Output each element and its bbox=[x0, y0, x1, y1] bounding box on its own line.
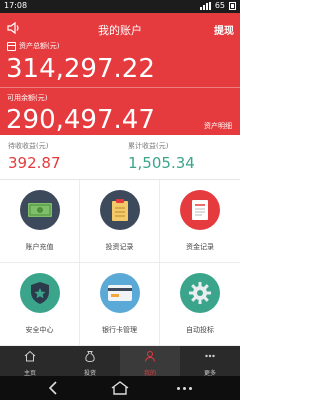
header-divider bbox=[0, 87, 240, 88]
gear-icon bbox=[180, 273, 220, 313]
grid-item-label: 投资记录 bbox=[105, 243, 134, 251]
function-grid: 账户充值 投资记录 资金记录 安全中心 银行卡管理 自动投标 bbox=[0, 180, 240, 346]
bottom-tab-bar: 主页 投资 我的 更多 bbox=[0, 346, 240, 377]
accumulated-earnings: 累计收益(元) 1,505.34 bbox=[128, 141, 195, 172]
grid-item-investment-records[interactable]: 投资记录 bbox=[80, 180, 160, 263]
home-button-icon[interactable] bbox=[110, 380, 130, 396]
tab-home[interactable]: 主页 bbox=[0, 346, 60, 377]
tab-my-account[interactable]: 我的 bbox=[120, 346, 180, 377]
menu-dots-icon[interactable] bbox=[176, 380, 192, 396]
signal-icon bbox=[199, 1, 211, 10]
back-icon[interactable] bbox=[48, 380, 58, 396]
home-icon bbox=[24, 350, 36, 362]
total-assets-label: 资产总额(元) bbox=[7, 41, 59, 51]
earnings-row: 待收收益(元) 392.87 累计收益(元) 1,505.34 bbox=[0, 135, 240, 180]
status-bar: 17:08 65 bbox=[0, 0, 240, 13]
battery-level: 65 bbox=[214, 1, 225, 10]
grid-item-label: 安全中心 bbox=[25, 326, 54, 334]
grid-item-auto-bid[interactable]: 自动投标 bbox=[160, 263, 240, 346]
account-summary-header: 我的账户 提现 资产总额(元) 314,297.22 可用余额(元) 290,4… bbox=[0, 13, 240, 135]
more-icon bbox=[205, 354, 215, 358]
page-title: 我的账户 bbox=[98, 24, 142, 37]
shield-star-icon bbox=[20, 273, 60, 313]
person-icon bbox=[145, 351, 155, 362]
asset-detail-link[interactable]: 资产明细 bbox=[204, 121, 232, 131]
grid-item-label: 账户充值 bbox=[25, 243, 54, 251]
available-balance-label: 可用余额(元) bbox=[7, 94, 48, 102]
record-sheet-icon bbox=[180, 190, 220, 230]
calendar-icon bbox=[7, 41, 16, 51]
battery-icon bbox=[229, 1, 236, 10]
grid-item-fund-records[interactable]: 资金记录 bbox=[160, 180, 240, 263]
bank-card-icon bbox=[100, 273, 140, 313]
pending-earnings: 待收收益(元) 392.87 bbox=[8, 141, 61, 172]
system-nav-bar bbox=[0, 376, 240, 400]
pending-earnings-value: 392.87 bbox=[8, 154, 61, 172]
pending-earnings-label: 待收收益(元) bbox=[8, 142, 49, 150]
tab-invest[interactable]: 投资 bbox=[60, 346, 120, 377]
cash-icon bbox=[20, 190, 60, 230]
accumulated-earnings-value: 1,505.34 bbox=[128, 154, 195, 172]
grid-item-label: 自动投标 bbox=[186, 326, 214, 334]
grid-item-recharge[interactable]: 账户充值 bbox=[0, 180, 80, 263]
document-list-icon bbox=[100, 190, 140, 230]
status-time: 17:08 bbox=[4, 1, 28, 10]
total-assets-label-text: 资产总额(元) bbox=[19, 42, 60, 50]
withdraw-button[interactable]: 提现 bbox=[214, 22, 234, 37]
money-bag-icon bbox=[85, 351, 95, 363]
grid-item-label: 银行卡管理 bbox=[102, 326, 137, 334]
available-balance-value: 290,497.47 bbox=[6, 105, 155, 135]
grid-item-security-center[interactable]: 安全中心 bbox=[0, 263, 80, 346]
total-assets-value: 314,297.22 bbox=[6, 54, 155, 84]
grid-item-label: 资金记录 bbox=[186, 243, 214, 251]
accumulated-earnings-label: 累计收益(元) bbox=[128, 142, 169, 150]
grid-item-bank-card[interactable]: 银行卡管理 bbox=[80, 263, 160, 346]
tab-more[interactable]: 更多 bbox=[180, 346, 240, 377]
